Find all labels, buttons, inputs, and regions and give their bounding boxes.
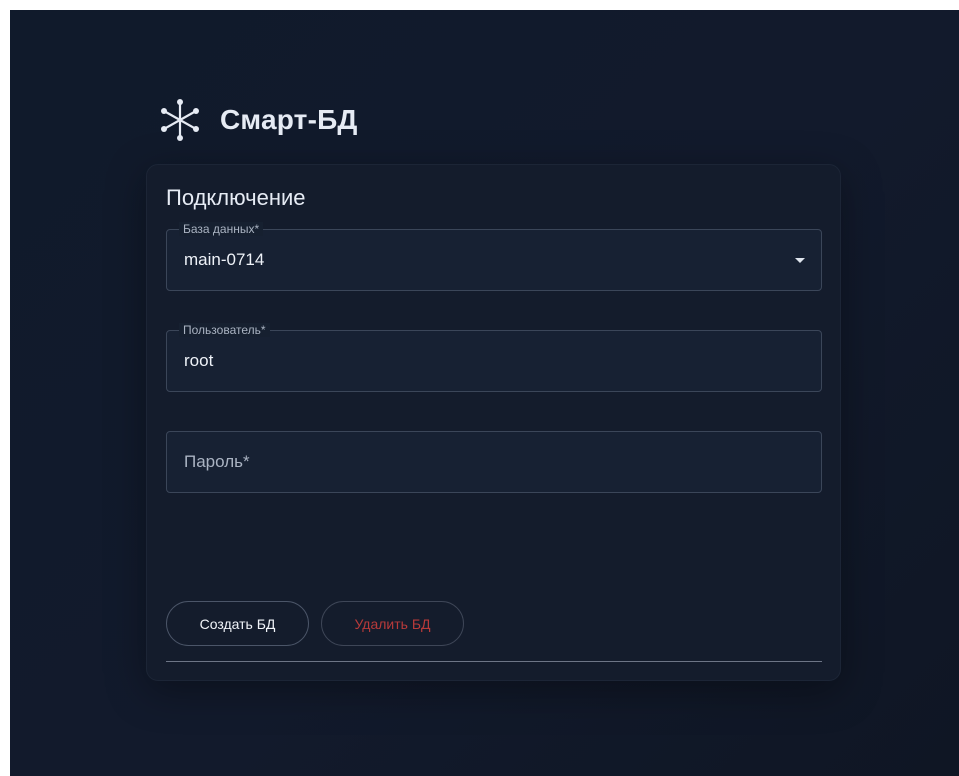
create-db-button[interactable]: Создать БД [166,601,309,646]
database-label: База данных* [179,222,264,236]
user-field[interactable]: Пользователь* root [166,323,822,392]
password-placeholder: Пароль* [184,452,250,471]
connection-card: Подключение База данных* main-0714 Польз… [146,164,841,681]
chevron-down-icon[interactable] [795,258,805,263]
asterisk-network-icon [161,99,199,141]
brand-header: Смарт-БД [158,98,358,142]
divider [166,661,822,662]
user-value: root [184,351,214,370]
app-viewport: Смарт-БД Подключение База данных* main-0… [10,10,959,776]
app-title: Смарт-БД [220,104,358,135]
user-label: Пользователь* [179,323,270,337]
card-title: Подключение [166,185,306,210]
database-select[interactable]: База данных* main-0714 [166,222,822,291]
database-value: main-0714 [184,250,265,269]
delete-db-button[interactable]: Удалить БД [321,601,464,646]
password-field[interactable]: Пароль* [166,431,822,493]
